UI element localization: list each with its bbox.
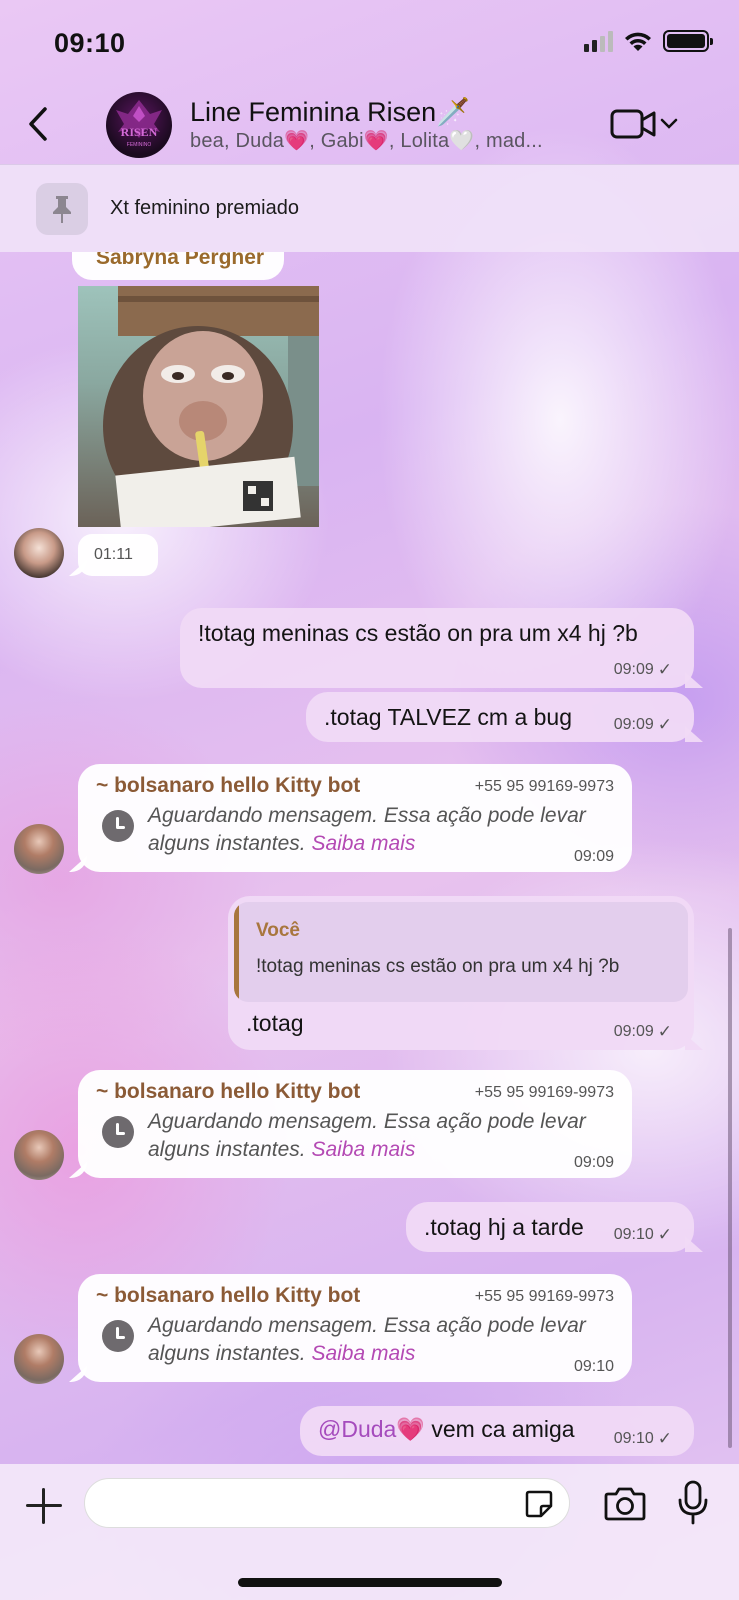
message-bubble[interactable]: 01:11 [78, 534, 158, 576]
chat-scrollbar[interactable] [728, 928, 732, 1448]
quote-accent-bar [234, 902, 239, 1002]
message-composer [0, 1464, 739, 1600]
pin-icon [53, 196, 71, 223]
sender-phone: +55 95 99169-9973 [474, 778, 614, 795]
pinned-message-text: Xt feminino premiado [110, 197, 299, 219]
clock-icon [102, 1116, 134, 1148]
sender-name[interactable]: ~ bolsanaro hello Kitty bot [96, 1080, 360, 1104]
message-bubble[interactable]: ~ bolsanaro hello Kitty bot +55 95 99169… [78, 1070, 632, 1178]
message-time: 09:09 ✓ [614, 660, 672, 680]
sent-check-icon: ✓ [657, 1429, 672, 1448]
message-text: !totag meninas cs estão on pra um x4 hj … [198, 620, 638, 646]
svg-text:FEMININO: FEMININO [127, 142, 152, 148]
learn-more-link[interactable]: Saiba mais [311, 1342, 415, 1365]
status-time: 09:10 [54, 28, 126, 58]
camera-icon[interactable] [604, 1484, 646, 1522]
clock-icon [102, 810, 134, 842]
back-button[interactable] [20, 102, 56, 146]
message-bubble[interactable]: @Duda💗 vem ca amiga 09:10 ✓ [300, 1406, 694, 1456]
group-members[interactable]: bea, Duda💗, Gabi💗, Lolita🤍, mad... [190, 128, 543, 153]
sent-check-icon: ✓ [657, 1022, 672, 1041]
waiting-text: Aguardando mensagem. Essa ação pode leva… [148, 1312, 618, 1368]
message-text: .totag TALVEZ cm a bug [324, 704, 573, 730]
sender-avatar[interactable] [14, 528, 64, 578]
sender-avatar[interactable] [14, 1334, 64, 1384]
svg-text:RISEN: RISEN [121, 125, 158, 139]
message-time: 09:09 [573, 848, 614, 865]
status-icons [584, 30, 713, 52]
pin-button[interactable] [36, 183, 88, 235]
message-bubble[interactable]: .totag hj a tarde 09:10 ✓ [406, 1202, 694, 1252]
sender-name[interactable]: ~ bolsanaro hello Kitty bot [96, 774, 360, 798]
message-time-value: 09:10 [613, 1430, 654, 1447]
sender-name[interactable]: Sabryna Pergher [96, 252, 264, 270]
message-bubble[interactable]: ~ bolsanaro hello Kitty bot +55 95 99169… [78, 1274, 632, 1382]
sender-avatar[interactable] [14, 1130, 64, 1180]
wifi-icon [625, 32, 651, 51]
quoted-message[interactable]: Você !totag meninas cs estão on pra um x… [234, 902, 688, 1002]
message-time-value: 09:10 [613, 1226, 654, 1243]
message-bubble[interactable]: ~ bolsanaro hello Kitty bot +55 95 99169… [78, 764, 632, 872]
message-time: 09:09 ✓ [614, 1022, 672, 1042]
chat-header: RISEN FEMININO Line Feminina Risen🗡️ bea… [0, 88, 739, 164]
group-avatar[interactable]: RISEN FEMININO [106, 92, 172, 158]
learn-more-link[interactable]: Saiba mais [311, 1138, 415, 1161]
monkey-photo [103, 286, 319, 527]
sender-avatar[interactable] [14, 824, 64, 874]
message-time-value: 09:09 [613, 1023, 654, 1040]
message-time: 01:11 [94, 546, 133, 563]
chevron-down-icon [660, 118, 678, 129]
quoted-sender: Você [256, 920, 301, 941]
message-time-value: 09:09 [613, 716, 654, 733]
message-text: @Duda💗 vem ca amiga [318, 1416, 575, 1443]
message-time: 09:10 ✓ [614, 1429, 672, 1449]
sender-phone: +55 95 99169-9973 [474, 1084, 614, 1101]
sent-check-icon: ✓ [657, 1225, 672, 1244]
waiting-text: Aguardando mensagem. Essa ação pode leva… [148, 802, 618, 858]
sender-name-chip: Sabryna Pergher [72, 252, 284, 280]
sender-name[interactable]: ~ bolsanaro hello Kitty bot [96, 1284, 360, 1308]
mention[interactable]: @Duda💗 [318, 1416, 425, 1442]
group-title[interactable]: Line Feminina Risen🗡️ [190, 96, 470, 128]
clock-icon [102, 1320, 134, 1352]
home-indicator[interactable] [238, 1578, 502, 1587]
sent-check-icon: ✓ [657, 715, 672, 734]
message-input[interactable] [84, 1478, 570, 1528]
sender-phone: +55 95 99169-9973 [474, 1288, 614, 1305]
sticker-icon[interactable] [523, 1488, 555, 1520]
battery-icon [663, 30, 713, 52]
video-call-button[interactable] [610, 104, 682, 144]
status-bar: 09:10 [0, 0, 739, 88]
message-text: .totag hj a tarde [424, 1214, 584, 1240]
pinned-message-bar[interactable]: Xt feminino premiado [0, 164, 739, 252]
message-time: 09:09 ✓ [614, 715, 672, 735]
sent-check-icon: ✓ [657, 660, 672, 679]
message-bubble[interactable]: .totag TALVEZ cm a bug 09:09 ✓ [306, 692, 694, 742]
message-time: 09:10 ✓ [614, 1225, 672, 1245]
waiting-text: Aguardando mensagem. Essa ação pode leva… [148, 1108, 618, 1164]
chat-messages[interactable]: Sabryna Pergher 01:11 !totag meninas cs … [0, 252, 739, 1464]
image-message[interactable] [78, 286, 319, 527]
message-time-value: 09:09 [613, 661, 654, 678]
message-time: 09:10 [573, 1358, 614, 1375]
attach-plus-icon[interactable] [24, 1486, 64, 1526]
cellular-signal-icon [584, 30, 613, 52]
video-call-icon [610, 109, 656, 139]
quoted-text: !totag meninas cs estão on pra um x4 hj … [256, 956, 620, 977]
risen-logo: RISEN FEMININO [116, 100, 162, 148]
message-text-body: vem ca amiga [424, 1416, 575, 1442]
message-bubble[interactable]: !totag meninas cs estão on pra um x4 hj … [180, 608, 694, 688]
learn-more-link[interactable]: Saiba mais [311, 832, 415, 855]
mic-icon[interactable] [676, 1480, 710, 1526]
back-icon [29, 107, 47, 141]
message-bubble[interactable]: Você !totag meninas cs estão on pra um x… [228, 896, 694, 1050]
message-text: .totag [246, 1010, 304, 1036]
message-time: 09:09 [573, 1154, 614, 1171]
